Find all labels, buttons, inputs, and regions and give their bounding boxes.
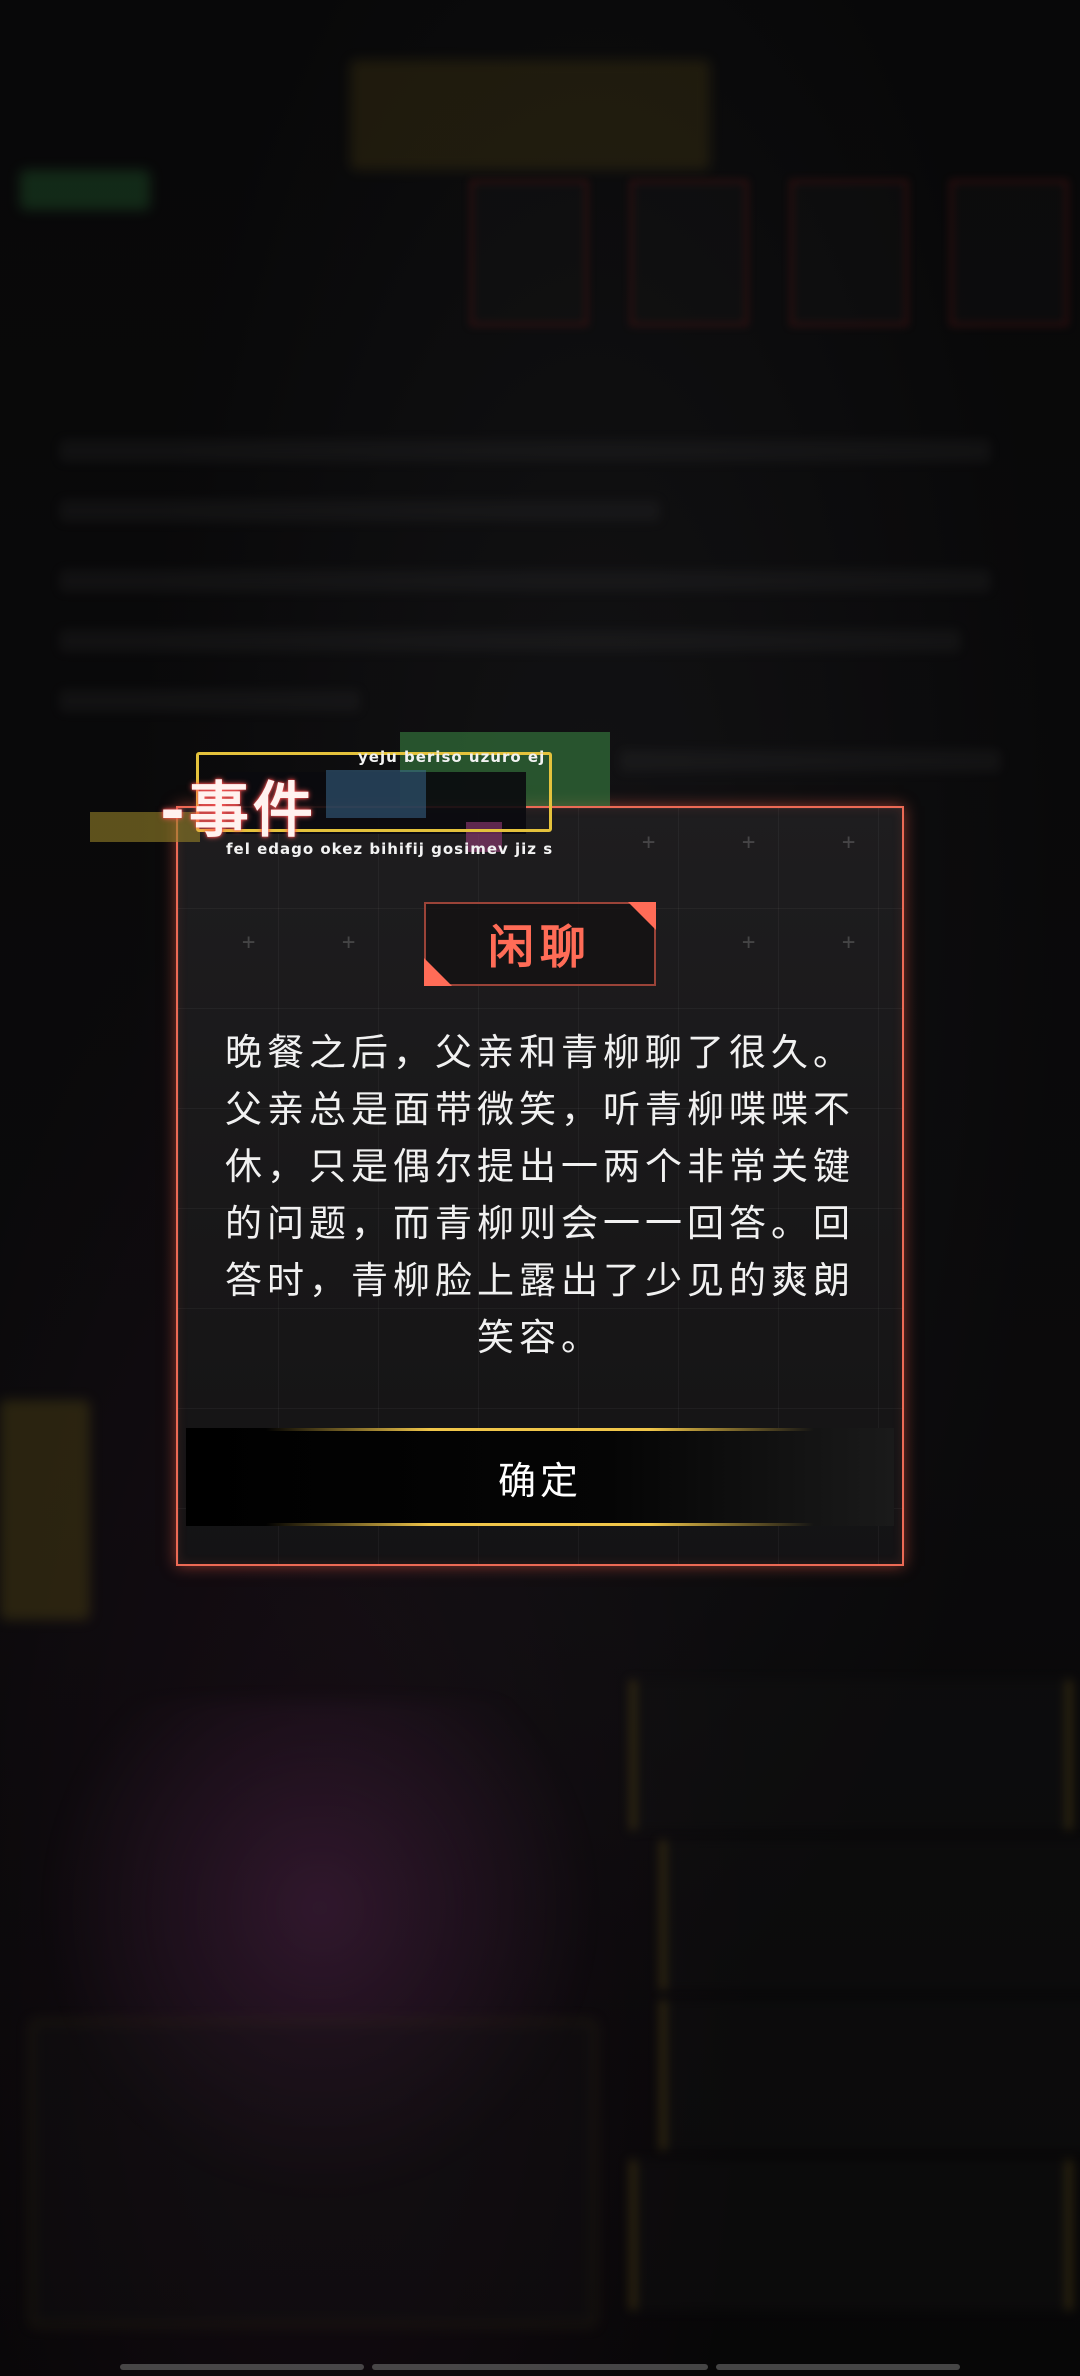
game-screen: + + + + + + + -事件 yeju beriso uzuro ej f… bbox=[0, 0, 1080, 2376]
event-type-tag: 闲聊 bbox=[424, 902, 656, 986]
event-header-badge: -事件 yeju beriso uzuro ej fel edago okez … bbox=[90, 728, 626, 858]
nav-indicator bbox=[716, 2364, 960, 2370]
event-subtitle-top: yeju beriso uzuro ej bbox=[358, 748, 546, 766]
grid-marker: + bbox=[842, 830, 856, 855]
grid-marker: + bbox=[842, 930, 856, 955]
tag-corner-decoration bbox=[424, 958, 452, 986]
event-type-label: 闲聊 bbox=[488, 920, 592, 974]
grid-marker: + bbox=[742, 830, 756, 855]
confirm-button[interactable]: 确定 bbox=[186, 1428, 894, 1526]
grid-marker: + bbox=[242, 930, 256, 955]
confirm-label: 确定 bbox=[497, 1458, 582, 1503]
event-title: -事件 bbox=[160, 776, 317, 846]
grid-marker: + bbox=[642, 830, 656, 855]
nav-indicator bbox=[120, 2364, 364, 2370]
event-subtitle-bottom: fel edago okez bihifij gosimev jiz s bbox=[226, 840, 554, 858]
tag-corner-decoration bbox=[628, 902, 656, 930]
grid-marker: + bbox=[742, 930, 756, 955]
nav-indicator bbox=[372, 2364, 708, 2370]
event-description: 晚餐之后，父亲和青柳聊了很久。父亲总是面带微笑，听青柳喋喋不休，只是偶尔提出一两… bbox=[225, 1031, 855, 1359]
grid-marker: + bbox=[342, 930, 356, 955]
